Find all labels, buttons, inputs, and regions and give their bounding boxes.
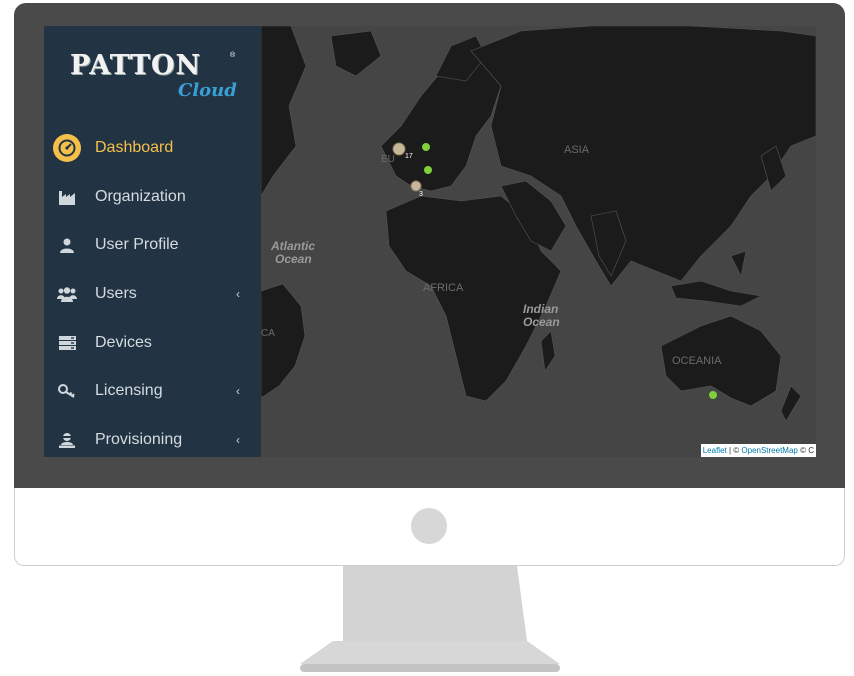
leaflet-link[interactable]: Leaflet — [703, 446, 727, 455]
map-label-ca: CA — [261, 328, 275, 339]
sidebar-item-dashboard[interactable]: Dashboard — [44, 124, 261, 173]
sidebar-item-label: Organization — [95, 187, 186, 205]
devices-icon — [52, 328, 82, 358]
chevron-left-icon[interactable]: ‹ — [236, 287, 240, 301]
world-map[interactable]: 17 3 Atlantic Ocean Indian Ocean AFRICA … — [261, 26, 816, 457]
map-label-indian: Indian Ocean — [523, 302, 562, 329]
monitor-stand — [300, 566, 560, 672]
logo-registered: ® — [230, 52, 236, 59]
sidebar-item-label: User Profile — [95, 236, 179, 254]
map-label-oceania: OCEANIA — [672, 355, 722, 367]
app-screen: PATTON ® Cloud Dashboard Organization Us… — [44, 26, 816, 457]
sidebar-item-label: Devices — [95, 333, 152, 351]
sidebar-item-label: Dashboard — [95, 139, 174, 157]
patton-cloud-logo[interactable]: PATTON ® Cloud — [70, 50, 237, 110]
sidebar-item-organization[interactable]: Organization — [44, 173, 261, 222]
map-label-asia: ASIA — [564, 144, 590, 156]
location-marker[interactable] — [709, 391, 717, 399]
logo-sub: Cloud — [178, 80, 237, 101]
sidebar-item-users[interactable]: Users ‹ — [44, 270, 261, 319]
sidebar-item-licensing[interactable]: Licensing ‹ — [44, 367, 261, 416]
sidebar: PATTON ® Cloud Dashboard Organization Us… — [44, 26, 261, 457]
key-icon — [52, 376, 82, 406]
sidebar-menu: Dashboard Organization User Profile User… — [44, 124, 261, 457]
users-icon — [52, 279, 82, 309]
sidebar-item-provisioning[interactable]: Provisioning ‹ — [44, 416, 261, 457]
location-marker[interactable] — [424, 166, 432, 174]
map-tiles: 17 3 Atlantic Ocean Indian Ocean AFRICA … — [261, 26, 816, 422]
cluster-marker[interactable] — [410, 180, 422, 192]
dashboard-icon — [52, 133, 82, 163]
osm-link[interactable]: OpenStreetMap — [741, 446, 797, 455]
chevron-left-icon[interactable]: ‹ — [236, 384, 240, 398]
map-label-africa: AFRICA — [423, 282, 464, 294]
power-button — [411, 508, 447, 544]
cluster-count: 3 — [419, 191, 423, 198]
map-attribution: Leaflet | © OpenStreetMap © C — [700, 444, 816, 457]
indian-line-2: Ocean — [523, 315, 560, 329]
user-icon — [52, 230, 82, 260]
sidebar-item-label: Provisioning — [95, 430, 183, 448]
cluster-count: 17 — [405, 153, 413, 160]
map-label-eu: EU — [381, 154, 395, 165]
chevron-left-icon[interactable]: ‹ — [236, 433, 240, 447]
atlantic-line-1: Atlantic — [270, 239, 315, 253]
sidebar-item-devices[interactable]: Devices — [44, 318, 261, 367]
sidebar-item-label: Licensing — [95, 382, 163, 400]
provisioning-icon — [52, 425, 82, 455]
sidebar-item-user-profile[interactable]: User Profile — [44, 221, 261, 270]
attribution-tail: © C — [797, 446, 814, 455]
logo-brand: PATTON — [70, 50, 202, 81]
attribution-sep: | © — [726, 446, 742, 455]
indian-line-1: Indian — [523, 302, 558, 316]
map-label-atlantic: Atlantic Ocean — [270, 239, 318, 266]
atlantic-line-2: Ocean — [275, 252, 312, 266]
sidebar-item-label: Users — [95, 285, 137, 303]
location-marker[interactable] — [422, 143, 430, 151]
organization-icon — [52, 182, 82, 212]
